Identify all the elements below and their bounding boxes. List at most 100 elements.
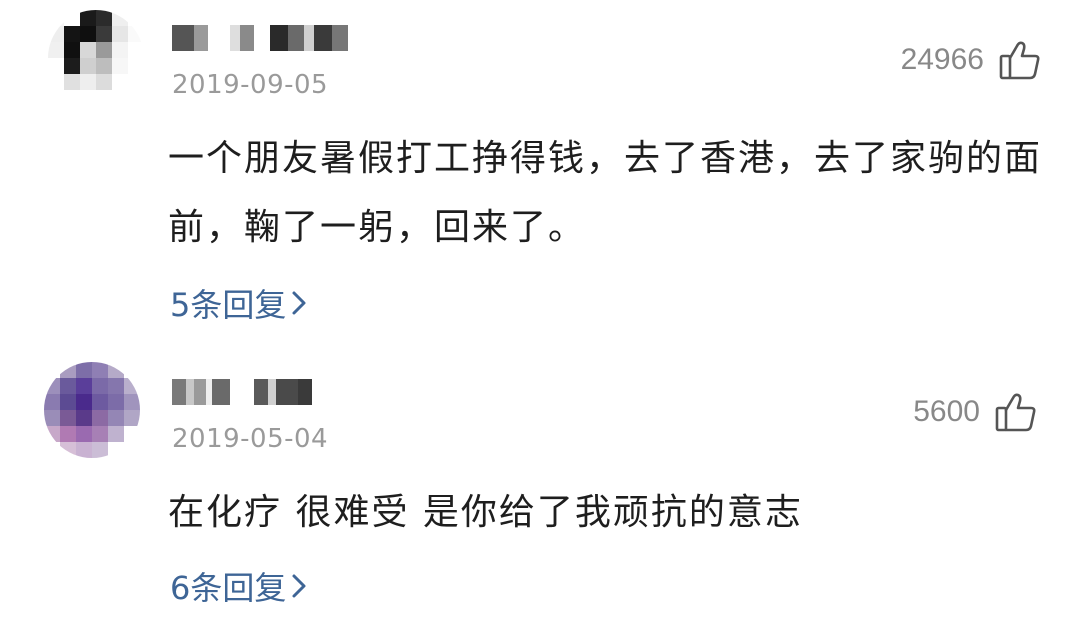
avatar[interactable] — [48, 10, 144, 106]
username-mosaic-block — [240, 25, 254, 51]
avatar[interactable] — [44, 362, 140, 458]
avatar-mosaic-tile — [108, 362, 124, 378]
avatar-mosaic-tile — [60, 442, 76, 458]
avatar-mosaic-tile — [92, 426, 108, 442]
avatar-mosaic-tile — [112, 58, 128, 74]
avatar-mosaic-tile — [44, 426, 60, 442]
avatar-mosaic-tile — [108, 426, 124, 442]
username-mosaic-block — [270, 25, 288, 51]
username-mosaic-block — [212, 379, 230, 405]
avatar-mosaic-tile — [96, 10, 112, 26]
username-mosaic-block — [254, 379, 268, 405]
username[interactable] — [172, 378, 312, 406]
username-mosaic-block — [230, 25, 240, 51]
view-replies-link[interactable]: 6条回复 — [170, 563, 308, 609]
avatar-mosaic-tile — [96, 74, 112, 90]
username-mosaic-block — [230, 379, 238, 405]
avatar-mosaic-tile — [96, 26, 112, 42]
avatar-mosaic-tile — [60, 394, 76, 410]
view-replies-link[interactable]: 5条回复 — [170, 280, 308, 326]
avatar-mosaic-tile — [92, 442, 108, 458]
avatar-mosaic-tile — [108, 410, 124, 426]
avatar-mosaic-tile — [124, 362, 140, 378]
username[interactable] — [172, 24, 348, 52]
username-mosaic-block — [288, 25, 304, 51]
avatar-mosaic-tile — [112, 74, 128, 90]
avatar-mosaic-tile — [44, 394, 60, 410]
avatar-mosaic-tile — [60, 410, 76, 426]
avatar-mosaic-tile — [108, 378, 124, 394]
avatar-mosaic-tile — [64, 74, 80, 90]
avatar-mosaic-tile — [92, 378, 108, 394]
username-mosaic-block — [238, 379, 248, 405]
username-mosaic-block — [194, 379, 206, 405]
avatar-mosaic-tile — [124, 442, 140, 458]
like-count: 5600 — [913, 395, 980, 428]
avatar-mosaic-tile — [48, 42, 64, 58]
avatar-mosaic-tile — [44, 378, 60, 394]
replies-label: 5条回复 — [170, 286, 287, 324]
avatar-mosaic-tile — [128, 26, 144, 42]
comment-date: 2019-05-04 — [172, 424, 329, 454]
avatar-mosaic-tile — [48, 10, 64, 26]
avatar-mosaic-tile — [48, 74, 64, 90]
like-button[interactable]: 5600 — [913, 390, 1038, 434]
like-button[interactable]: 24966 — [901, 38, 1042, 82]
avatar-mosaic-tile — [44, 410, 60, 426]
comment-text: 在化疗 很难受 是你给了我顽抗的意志 — [168, 492, 803, 533]
avatar-mosaic-tile — [76, 426, 92, 442]
avatar-mosaic-tile — [92, 362, 108, 378]
avatar-mosaic-tile — [80, 42, 96, 58]
avatar-mosaic-tile — [44, 442, 60, 458]
comment-text: 一个朋友暑假打工挣得钱，去了香港，去了家驹的面前，鞠了一躬，回来了。 — [168, 138, 1043, 248]
avatar-mosaic-tile — [92, 394, 108, 410]
thumbs-up-icon[interactable] — [998, 38, 1042, 82]
avatar-mosaic-tile — [64, 26, 80, 42]
avatar-mosaic-tile — [112, 10, 128, 26]
avatar-mosaic-tile — [76, 378, 92, 394]
avatar-mosaic-tile — [128, 42, 144, 58]
avatar-mosaic-tile — [124, 394, 140, 410]
avatar-mosaic-tile — [80, 10, 96, 26]
username-mosaic-block — [276, 379, 298, 405]
avatar-mosaic-tile — [80, 26, 96, 42]
avatar-mosaic-tile — [44, 362, 60, 378]
username-mosaic-block — [332, 25, 348, 51]
username-mosaic-block — [268, 379, 276, 405]
username-mosaic-block — [314, 25, 332, 51]
chevron-right-icon — [290, 571, 308, 601]
avatar-mosaic-tile — [60, 378, 76, 394]
avatar-mosaic-tile — [76, 362, 92, 378]
avatar-mosaic-tile — [112, 42, 128, 58]
avatar-mosaic-tile — [48, 26, 64, 42]
avatar-mosaic-tile — [124, 378, 140, 394]
avatar-mosaic-tile — [64, 42, 80, 58]
avatar-mosaic-tile — [60, 362, 76, 378]
avatar-mosaic-tile — [76, 394, 92, 410]
avatar-mosaic-tile — [124, 410, 140, 426]
avatar-mosaic-tile — [92, 410, 108, 426]
replies-label: 6条回复 — [170, 569, 287, 607]
avatar-mosaic-tile — [108, 394, 124, 410]
username-mosaic-block — [194, 25, 208, 51]
thumbs-up-icon[interactable] — [994, 390, 1038, 434]
avatar-mosaic-tile — [96, 42, 112, 58]
like-count: 24966 — [900, 43, 984, 76]
avatar-mosaic-tile — [80, 58, 96, 74]
avatar-mosaic-tile — [124, 426, 140, 442]
avatar-mosaic-tile — [48, 58, 64, 74]
comment-date: 2019-09-05 — [172, 70, 329, 100]
avatar-mosaic-tile — [48, 90, 64, 106]
avatar-mosaic-tile — [96, 58, 112, 74]
avatar-mosaic-tile — [128, 74, 144, 90]
avatar-mosaic-tile — [96, 90, 112, 106]
avatar-mosaic-tile — [112, 26, 128, 42]
username-mosaic-block — [208, 25, 230, 51]
avatar-mosaic-tile — [128, 90, 144, 106]
username-mosaic-block — [172, 379, 186, 405]
username-mosaic-block — [172, 25, 194, 51]
avatar-mosaic-tile — [64, 90, 80, 106]
chevron-right-icon — [290, 288, 308, 318]
username-mosaic-block — [254, 25, 264, 51]
avatar-mosaic-tile — [112, 90, 128, 106]
